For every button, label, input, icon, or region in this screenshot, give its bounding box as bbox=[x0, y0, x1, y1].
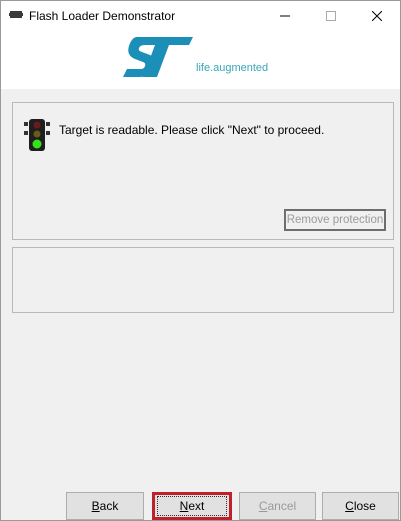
title-bar[interactable]: Flash Loader Demonstrator bbox=[1, 1, 400, 31]
close-label: lose bbox=[353, 499, 376, 513]
status-panel: Target is readable. Please click "Next" … bbox=[12, 102, 394, 240]
maximize-button[interactable] bbox=[308, 1, 354, 31]
close-button[interactable]: Close bbox=[322, 492, 399, 520]
back-mnemonic: B bbox=[91, 499, 100, 513]
cancel-button[interactable]: Cancel bbox=[239, 492, 316, 520]
remove-protection-button[interactable]: Remove protection bbox=[284, 209, 386, 231]
back-label: ack bbox=[99, 499, 119, 513]
close-mnemonic: C bbox=[345, 499, 354, 513]
close-window-button[interactable] bbox=[354, 1, 400, 31]
info-panel bbox=[12, 247, 394, 313]
window-title: Flash Loader Demonstrator bbox=[29, 9, 176, 23]
next-button[interactable]: Next bbox=[152, 492, 232, 520]
back-button[interactable]: Back bbox=[66, 492, 144, 520]
next-label: ext bbox=[188, 499, 205, 513]
maximize-icon bbox=[326, 11, 336, 21]
flash-loader-window: Flash Loader Demonstrator life.augmented… bbox=[0, 0, 401, 521]
chip-icon bbox=[9, 11, 23, 18]
minimize-button[interactable] bbox=[262, 1, 308, 31]
next-focus-rect: Next bbox=[157, 496, 227, 516]
next-mnemonic: N bbox=[179, 499, 189, 513]
logo-tagline: life.augmented bbox=[196, 62, 269, 74]
close-icon bbox=[372, 11, 382, 21]
cancel-label: ancel bbox=[267, 499, 297, 513]
cancel-mnemonic: C bbox=[258, 499, 268, 513]
minimize-icon bbox=[280, 15, 290, 17]
st-logo bbox=[123, 37, 193, 77]
traffic-light-icon bbox=[24, 119, 50, 151]
logo-banner: life.augmented bbox=[1, 31, 400, 89]
status-message: Target is readable. Please click "Next" … bbox=[59, 123, 325, 137]
